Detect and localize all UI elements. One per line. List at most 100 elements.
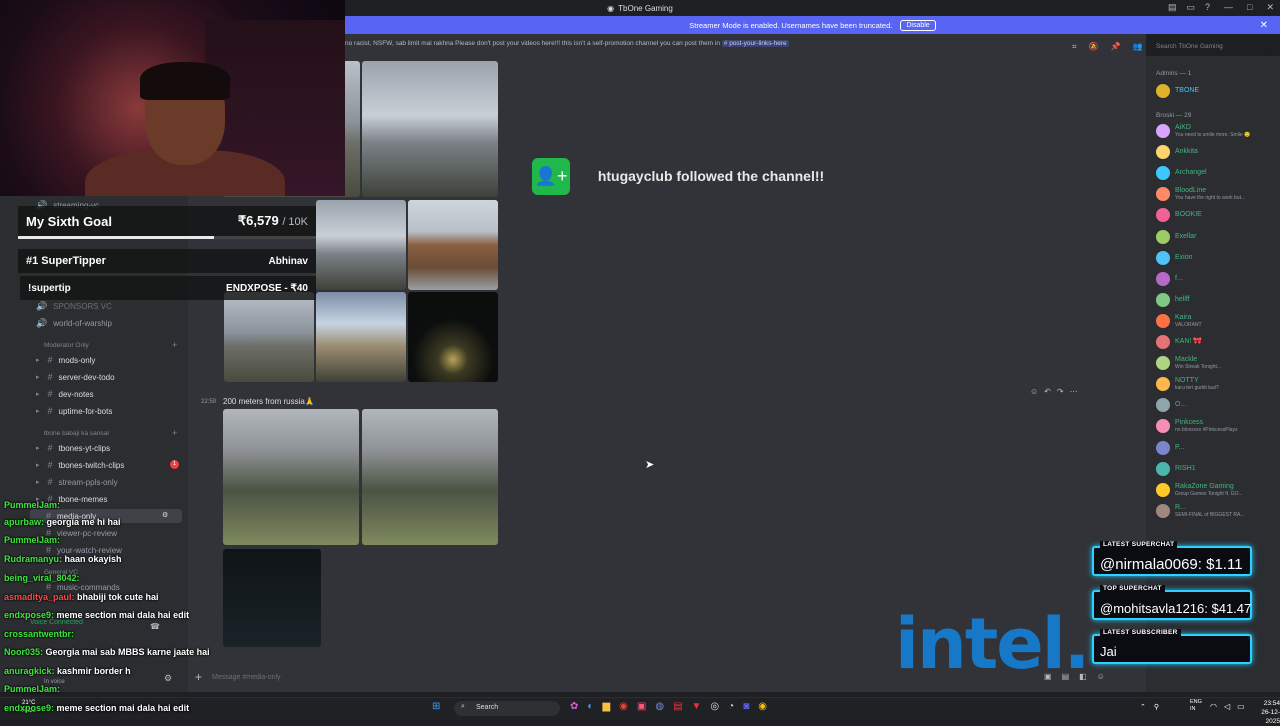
file-explorer-icon[interactable]: ▆ xyxy=(602,701,610,712)
tipper-name: Abhinav xyxy=(268,255,308,267)
channel-settings-icon[interactable]: ⚙ xyxy=(162,511,168,519)
channel-server-dev-todo[interactable]: #server-dev-todo xyxy=(36,372,115,382)
attachment-image[interactable] xyxy=(316,200,406,290)
add-channel-icon[interactable]: + xyxy=(172,340,177,350)
threads-icon[interactable]: ⌗ xyxy=(1072,42,1077,52)
wifi-icon[interactable]: ◠ xyxy=(1210,702,1217,711)
attach-plus-icon[interactable]: + xyxy=(195,670,202,684)
member-item[interactable]: Mackle Win Streak Tonight... xyxy=(1156,356,1222,371)
app-icon-4[interactable]: ◎ xyxy=(710,701,719,712)
brave-icon[interactable]: ▼ xyxy=(692,701,702,712)
attachment-image[interactable] xyxy=(362,409,498,545)
reaction-icon[interactable]: ☺ xyxy=(1030,387,1038,396)
maximize-button[interactable]: □ xyxy=(1247,2,1252,13)
app-icon[interactable]: ▣ xyxy=(637,701,646,712)
channel-tbones-twitch-clips[interactable]: #tbones-twitch-clips xyxy=(36,460,125,470)
inbox-icon[interactable]: ▤ xyxy=(1168,2,1177,13)
search-input[interactable]: Search TbOne Gaming xyxy=(1152,41,1270,53)
member-item[interactable]: Ankkita xyxy=(1156,145,1198,160)
avatar xyxy=(1156,250,1170,265)
channel-dev-notes[interactable]: #dev-notes xyxy=(36,389,94,399)
pin-icon[interactable]: 📌 xyxy=(1110,42,1120,52)
member-item[interactable]: P... xyxy=(1156,440,1185,455)
attachment-image[interactable] xyxy=(408,200,498,290)
discord-logo-icon: ◉ xyxy=(607,3,615,13)
chrome-icon-2[interactable]: ◉ xyxy=(758,701,767,712)
chat-message: PummelJam: xyxy=(4,684,60,694)
banner-close-icon[interactable]: ✕ xyxy=(1260,20,1268,31)
app-icon-3[interactable]: ▤ xyxy=(673,701,682,712)
member-item[interactable]: Exellar xyxy=(1156,229,1196,244)
tray-chevron-icon[interactable]: ⌃ xyxy=(1140,703,1146,711)
chat-message: PummelJam: xyxy=(4,535,60,545)
member-item[interactable]: f... xyxy=(1156,271,1183,286)
avatar xyxy=(1156,229,1170,244)
member-item[interactable]: RakaZone Gaming Group Games Tonight ft. G… xyxy=(1156,482,1243,497)
member-item[interactable]: RISH1 xyxy=(1156,461,1196,476)
language-indicator[interactable]: ENG IN xyxy=(1190,699,1202,713)
volume-icon[interactable]: ◁ xyxy=(1224,702,1230,711)
add-channel-icon-2[interactable]: + xyxy=(172,428,177,438)
pinned-apps: ✿ ◐ ▆ ◉ ▣ ◍ ▤ ▼ ◎ ◔ ◙ ◉ xyxy=(570,701,767,712)
reply-icon[interactable]: ↶ xyxy=(1044,387,1051,396)
copilot-icon[interactable]: ✿ xyxy=(570,701,578,712)
member-item[interactable]: BloodLine You have the right to work but.… xyxy=(1156,187,1245,202)
member-item[interactable]: O... xyxy=(1156,398,1186,413)
topic-channel-link[interactable]: # post-your-links-here xyxy=(721,40,789,47)
attachment-image[interactable] xyxy=(408,292,498,382)
edge-icon[interactable]: ◐ xyxy=(587,701,593,712)
member-item[interactable]: Exion xyxy=(1156,250,1193,265)
network-icon[interactable]: ⚲ xyxy=(1154,703,1159,711)
disconnect-icon[interactable]: ☎ xyxy=(150,622,160,631)
close-button[interactable]: ✕ xyxy=(1266,2,1274,13)
member-item[interactable]: Archangel xyxy=(1156,166,1207,181)
member-item[interactable]: Pinkcess no bloxxxxx #PinkcessPlays xyxy=(1156,419,1238,434)
channel-music-commands[interactable]: # music-commands xyxy=(46,582,120,592)
attachment-image[interactable] xyxy=(362,61,498,197)
follow-alert: 👤+ htugayclub followed the channel!! xyxy=(532,158,852,195)
channel-mods-only[interactable]: #mods-only xyxy=(36,355,96,365)
taskbar-search[interactable]: ⌕ Search xyxy=(454,701,560,716)
app-icon-2[interactable]: ◍ xyxy=(655,701,664,712)
channel-uptime-for-bots[interactable]: #uptime-for-bots xyxy=(36,406,113,416)
mute-icon[interactable]: 🔕 xyxy=(1089,42,1099,52)
member-item[interactable]: TBONE xyxy=(1156,84,1199,98)
clock[interactable]: 23:54 26-12-2025 xyxy=(1250,699,1280,726)
channel-world-of-warship[interactable]: 🔊 world-of-warship xyxy=(36,318,112,329)
discord-taskbar-icon[interactable]: ◙ xyxy=(743,701,749,712)
attachment-image[interactable] xyxy=(223,549,321,647)
attachment-image[interactable] xyxy=(223,409,359,545)
member-item[interactable]: KAN! 🎀 xyxy=(1156,335,1202,349)
battery-icon[interactable]: ▭ xyxy=(1237,702,1245,711)
screen-icon[interactable]: ▭ xyxy=(1186,2,1195,13)
member-item[interactable]: BOOKIE xyxy=(1156,208,1202,223)
member-item[interactable]: NOTTY karu teri guddi laal? xyxy=(1156,377,1219,392)
members-icon[interactable]: 👥 xyxy=(1132,42,1142,52)
member-item[interactable]: AiKD You need to smile more. Smile 😊 xyxy=(1156,124,1250,138)
chat-text: Georgia mai sab MBBS karne jaate hai xyxy=(45,647,210,657)
channel-sponsors-vc[interactable]: 🔊 SPONSORS VC xyxy=(36,301,112,312)
disable-streamer-mode-button[interactable]: Disable xyxy=(900,19,936,31)
category-moderator-only[interactable]: Moderator Only xyxy=(44,342,89,349)
member-item[interactable]: Kaira VALORANT xyxy=(1156,313,1202,328)
category-babaji[interactable]: tbone babaji ka sansar xyxy=(44,430,109,437)
channel-tbones-yt-clips[interactable]: #tbones-yt-clips xyxy=(36,443,111,453)
composer-input[interactable]: Message #media-only xyxy=(212,674,280,681)
emoji-icon[interactable]: ☺ xyxy=(1097,672,1105,681)
forward-icon[interactable]: ↷ xyxy=(1057,387,1064,396)
chrome-icon[interactable]: ◉ xyxy=(619,701,628,712)
user-settings-icon[interactable]: ⚙ xyxy=(164,673,172,684)
windows-start-icon[interactable]: ⊞ xyxy=(432,701,440,712)
channel-stream-ppls-only[interactable]: #stream-ppls-only xyxy=(36,477,118,487)
member-item[interactable]: R... SEMI-FINAL of BIGGEST RA... xyxy=(1156,503,1244,518)
more-icon[interactable]: ⋯ xyxy=(1070,387,1078,396)
steam-icon[interactable]: ◔ xyxy=(728,701,734,712)
attachment-image[interactable] xyxy=(316,292,406,382)
member-status: Win Streak Tonight... xyxy=(1175,364,1222,371)
attachment-image[interactable] xyxy=(224,292,314,382)
minimize-button[interactable]: — xyxy=(1224,2,1233,13)
top-superchat-value: @mohitsavla1216: $41.47 xyxy=(1100,601,1252,616)
help-icon[interactable]: ? xyxy=(1205,2,1210,13)
member-item[interactable]: hellff xyxy=(1156,292,1190,307)
chat-message: Noor035: Georgia mai sab MBBS karne jaat… xyxy=(4,647,210,657)
